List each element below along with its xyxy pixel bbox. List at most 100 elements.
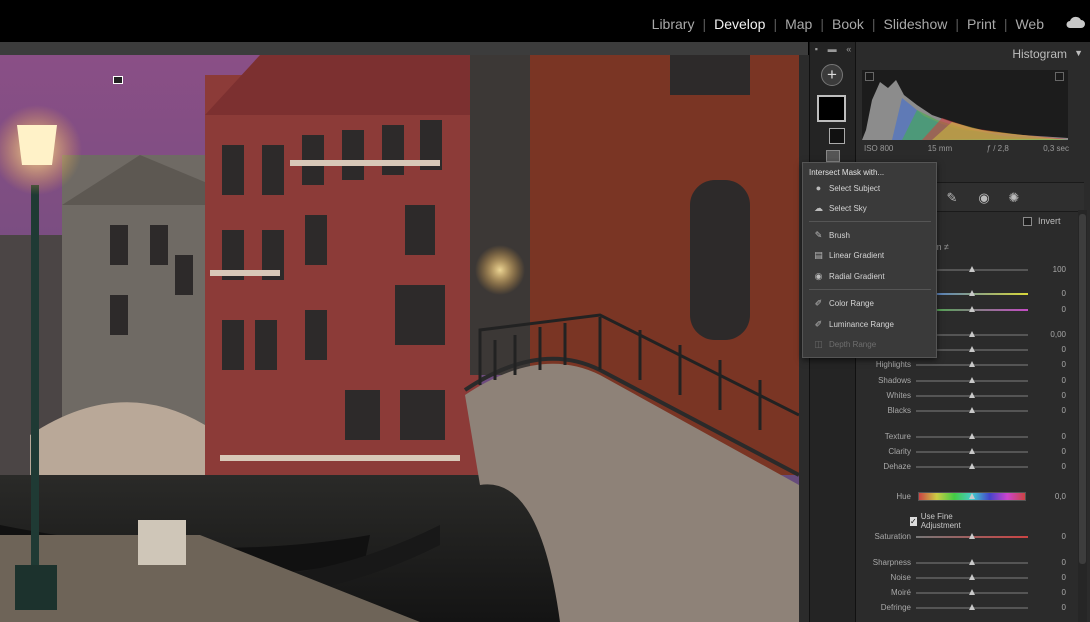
color-range-icon: ✐: [814, 297, 823, 308]
fine-adjustment-checkbox[interactable]: ✓: [910, 516, 917, 526]
slider-label: Whites: [886, 391, 911, 400]
slider-knob[interactable]: [969, 433, 975, 439]
slider-knob[interactable]: [969, 266, 975, 272]
shadow-clipping-toggle[interactable]: [865, 72, 874, 81]
intersect-mask-icon[interactable]: [826, 150, 840, 162]
slider-knob[interactable]: [969, 407, 975, 413]
slider-row[interactable]: Noise 0: [856, 571, 1066, 585]
slider-knob[interactable]: [969, 331, 975, 337]
menu-item-depth-range: ◫ Depth Range: [813, 337, 876, 351]
healing-icon[interactable]: ✎: [944, 190, 960, 206]
slider-row[interactable]: Saturation 0: [856, 530, 1066, 544]
image-marker-icon: [113, 76, 123, 84]
slider-label: Highlights: [875, 360, 911, 369]
menu-item-radial-gradient[interactable]: ◉ Radial Gradient: [813, 269, 885, 283]
exif-iso: ISO 800: [864, 144, 894, 153]
top-strip: [0, 42, 808, 55]
histogram-header[interactable]: Histogram ▼: [856, 42, 1090, 64]
slider-knob[interactable]: [969, 377, 975, 383]
slider-knob[interactable]: [969, 448, 975, 454]
slider-row[interactable]: Texture 0: [856, 430, 1066, 444]
minimize-icon[interactable]: ▬: [828, 44, 837, 54]
menu-item-linear-gradient[interactable]: ▤ Linear Gradient: [813, 248, 884, 262]
luminance-range-icon: ✐: [814, 318, 823, 329]
slider-value[interactable]: 0: [1062, 406, 1066, 415]
slider-row[interactable]: Whites 0: [856, 389, 1066, 403]
menu-item-label: Brush: [829, 230, 850, 240]
slider-value[interactable]: 0: [1062, 573, 1066, 582]
exif-focal-length: 15 mm: [927, 144, 953, 153]
slider-value[interactable]: 0: [1062, 532, 1066, 541]
slider-value[interactable]: 0: [1062, 376, 1066, 385]
slider-value[interactable]: 0: [1062, 432, 1066, 441]
slider-knob[interactable]: [969, 604, 975, 610]
slider-knob[interactable]: [969, 533, 975, 539]
hue-slider-row[interactable]: Hue 0,0: [856, 490, 1066, 504]
slider-knob[interactable]: [969, 559, 975, 565]
slider-knob[interactable]: [969, 290, 975, 296]
slider-value[interactable]: 0: [1062, 305, 1066, 314]
slider-row[interactable]: Clarity 0: [856, 445, 1066, 459]
slider-row[interactable]: Shadows 0: [856, 374, 1066, 388]
cloud-icon[interactable]: [1065, 15, 1085, 29]
slider-value[interactable]: 100: [1053, 265, 1066, 274]
slider-row[interactable]: Defringe 0: [856, 601, 1066, 615]
menu-item-select-subject[interactable]: ● Select Subject: [813, 181, 880, 195]
exif-info: ISO 800 15 mm ƒ / 2,8 0,3 sec: [864, 144, 1069, 153]
brush-icon: ✎: [814, 229, 823, 240]
fine-adjustment-row[interactable]: ✓ Use Fine Adjustment: [910, 512, 963, 530]
slider-knob[interactable]: [969, 346, 975, 352]
slider-knob[interactable]: [969, 361, 975, 367]
collapse-arrow-icon[interactable]: ▼: [1074, 48, 1083, 58]
slider-value[interactable]: 0: [1062, 558, 1066, 567]
invert-checkbox[interactable]: [1023, 216, 1032, 226]
module-develop[interactable]: Develop: [706, 16, 773, 32]
slider-value[interactable]: 0: [1062, 462, 1066, 471]
highlight-clipping-toggle[interactable]: [1055, 72, 1064, 81]
slider-knob[interactable]: [969, 306, 975, 312]
slider-value[interactable]: 0: [1062, 603, 1066, 612]
slider-row[interactable]: Highlights 0: [856, 358, 1066, 372]
slider-knob[interactable]: [969, 463, 975, 469]
menu-item-luminance-range[interactable]: ✐ Luminance Range: [813, 317, 894, 331]
person-icon: ●: [815, 183, 822, 193]
module-web[interactable]: Web: [1007, 16, 1052, 32]
module-print[interactable]: Print: [959, 16, 1004, 32]
slider-value[interactable]: 0,00: [1050, 330, 1066, 339]
module-map[interactable]: Map: [777, 16, 820, 32]
masking-icon[interactable]: ✺: [1006, 190, 1022, 206]
panel-scrollbar[interactable]: [1079, 214, 1086, 564]
linear-gradient-icon: ▤: [814, 249, 823, 260]
slider-label: Clarity: [888, 447, 911, 456]
slider-value[interactable]: 0: [1062, 588, 1066, 597]
module-book[interactable]: Book: [824, 16, 872, 32]
module-slideshow[interactable]: Slideshow: [876, 16, 956, 32]
menu-item-brush[interactable]: ✎ Brush: [813, 228, 850, 242]
slider-knob[interactable]: [969, 392, 975, 398]
collapse-icon[interactable]: «: [846, 44, 851, 54]
mask-thumbnail[interactable]: [817, 95, 846, 122]
slider-row[interactable]: Dehaze 0: [856, 460, 1066, 474]
slider-value[interactable]: 0: [1062, 289, 1066, 298]
slider-value[interactable]: 0,0: [1055, 492, 1066, 501]
slider-value[interactable]: 0: [1062, 345, 1066, 354]
mask-component-icon[interactable]: [829, 128, 845, 144]
slider-knob[interactable]: [969, 493, 975, 499]
slider-knob[interactable]: [969, 589, 975, 595]
panel-toggle-icon[interactable]: ▪: [815, 44, 818, 54]
module-library[interactable]: Library: [644, 16, 703, 32]
slider-row[interactable]: Moiré 0: [856, 586, 1066, 600]
slider-knob[interactable]: [969, 574, 975, 580]
slider-value[interactable]: 0: [1062, 447, 1066, 456]
add-mask-button[interactable]: +: [821, 64, 843, 86]
slider-row[interactable]: Sharpness 0: [856, 556, 1066, 570]
menu-item-select-sky[interactable]: ☁ Select Sky: [813, 201, 867, 215]
red-eye-icon[interactable]: ◉: [976, 190, 992, 206]
invert-row[interactable]: Invert: [1023, 216, 1061, 226]
photo-canvas[interactable]: [0, 55, 799, 622]
menu-item-color-range[interactable]: ✐ Color Range: [813, 296, 874, 310]
slider-row[interactable]: Blacks 0: [856, 404, 1066, 418]
slider-value[interactable]: 0: [1062, 360, 1066, 369]
masks-toolbar-header: ▪ ▬ «: [810, 42, 856, 56]
slider-value[interactable]: 0: [1062, 391, 1066, 400]
